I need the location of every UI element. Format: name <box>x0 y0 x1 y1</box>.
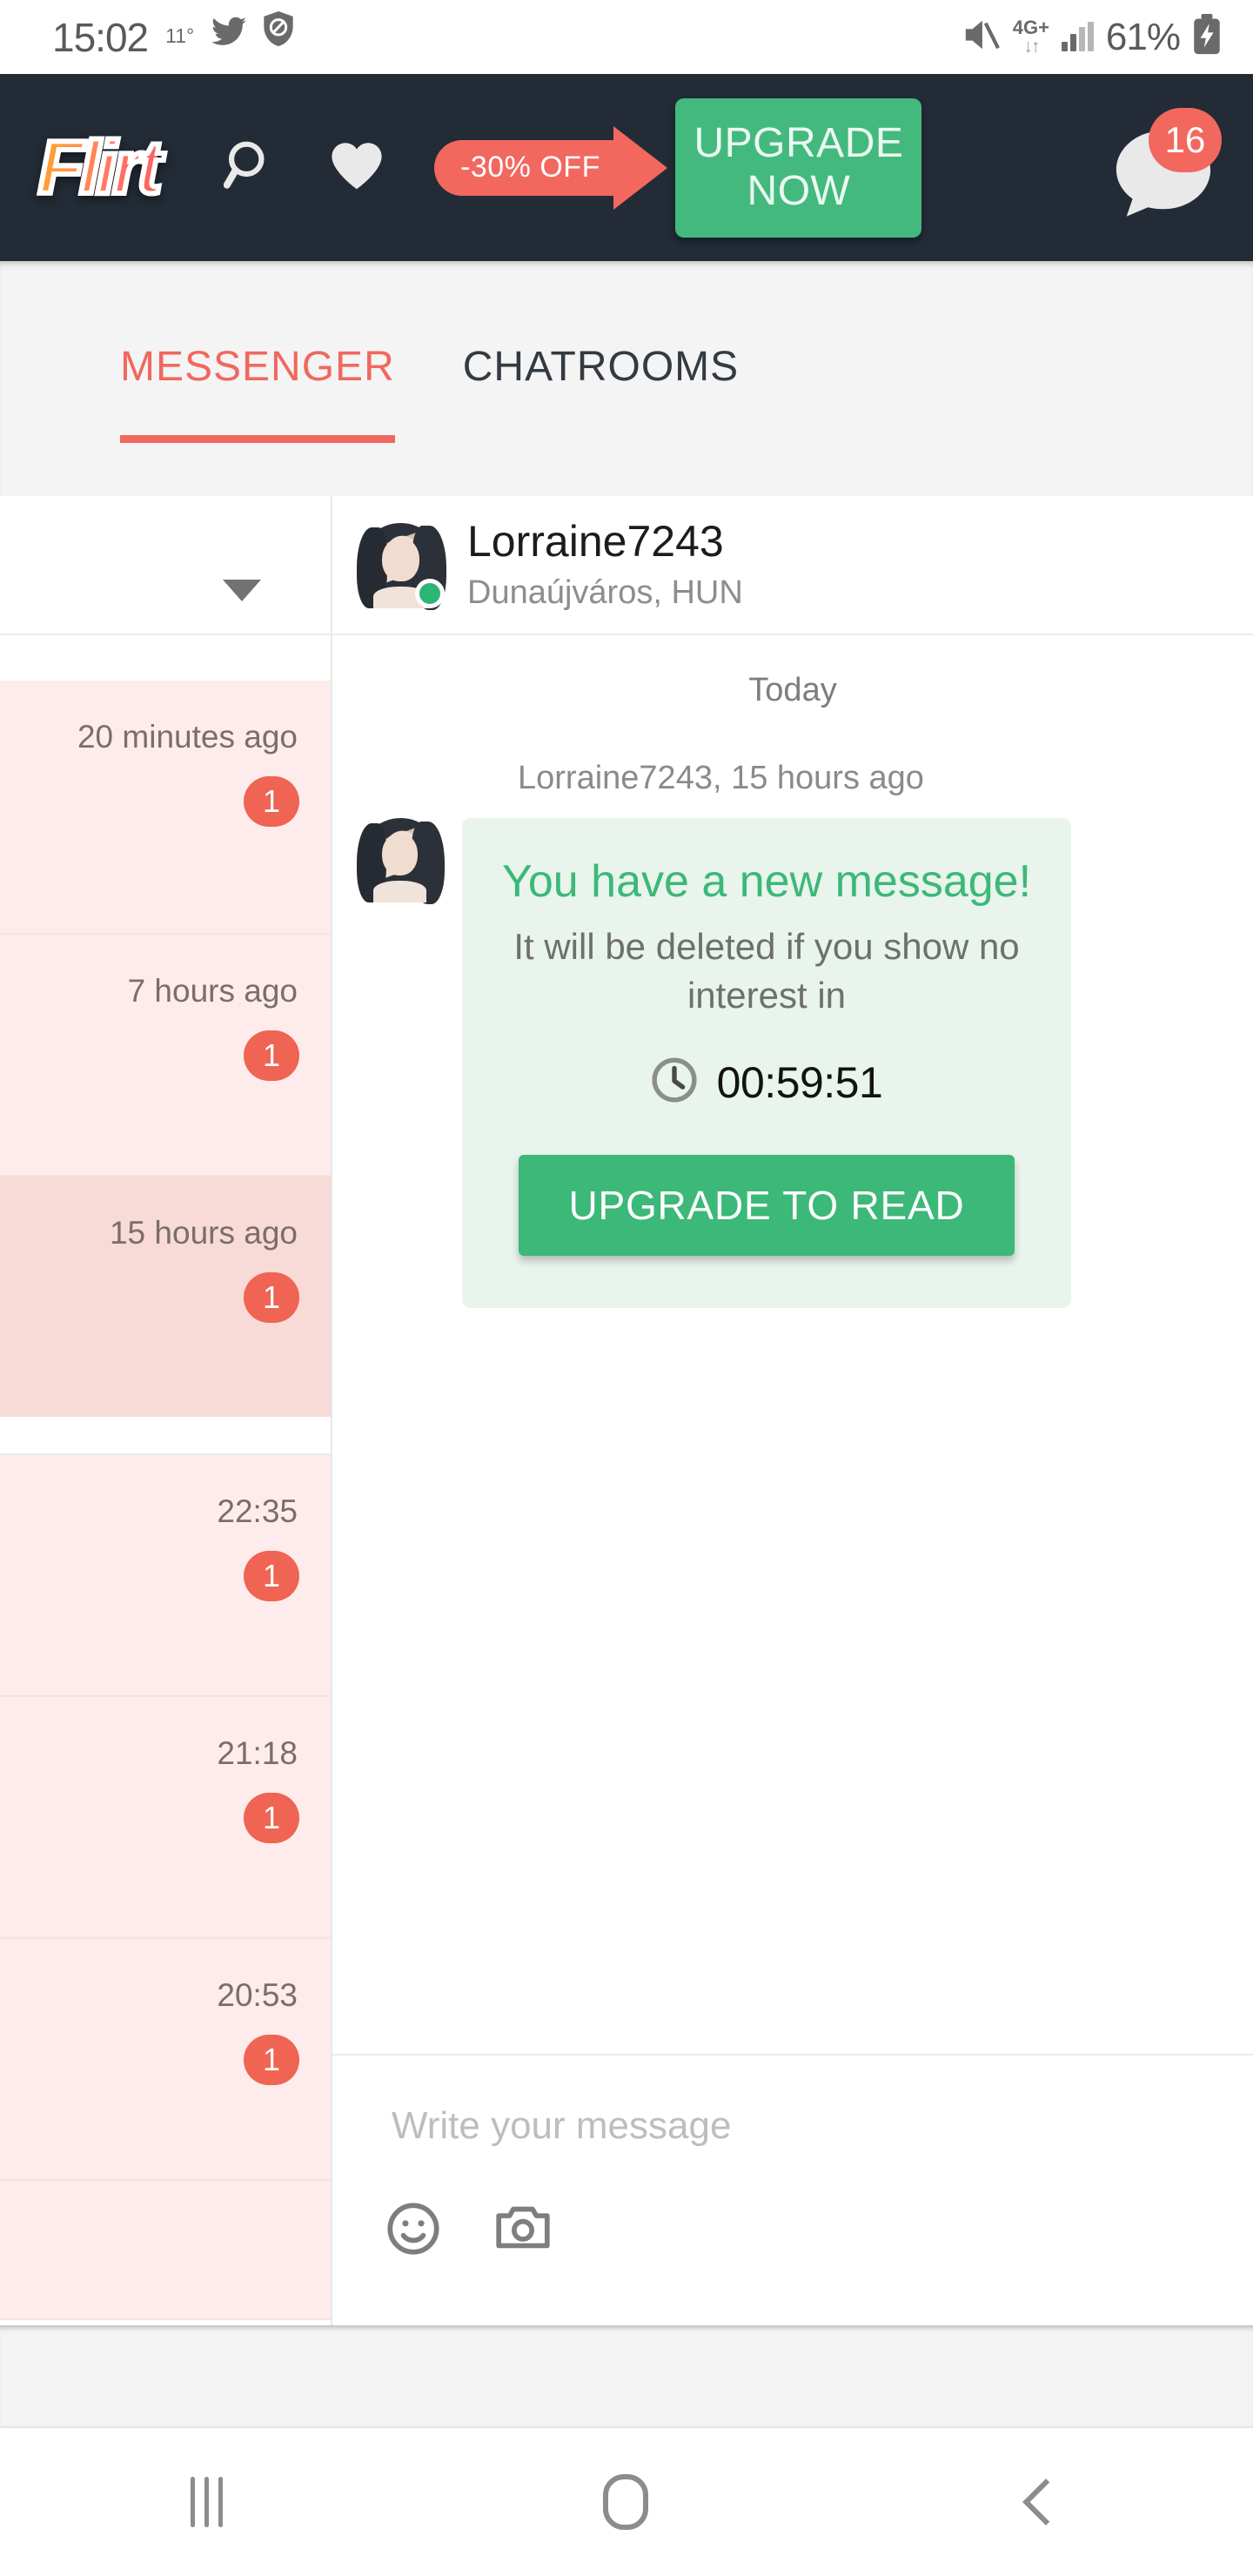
status-clock: 15:02 <box>52 14 149 60</box>
status-bar-left: 15:02 11° <box>0 10 293 61</box>
messages-badge: 16 <box>1149 107 1222 172</box>
list-item[interactable]: 22:35 1 <box>0 1455 331 1697</box>
day-separator: Today <box>748 672 837 708</box>
chat-partner-location: Dunaújváros, HUN <box>467 574 743 611</box>
locked-message-bubble: You have a new message! It will be delet… <box>462 818 1071 1309</box>
countdown-row: 00:59:51 <box>497 1057 1036 1108</box>
list-item[interactable]: 7 hours ago 1 <box>0 935 331 1177</box>
list-item-time: 21:18 <box>217 1735 298 1771</box>
list-item-time: 15 hours ago <box>109 1215 298 1251</box>
list-item[interactable]: 20:53 1 <box>0 1939 331 2181</box>
unread-badge: 1 <box>244 2035 299 2085</box>
unread-badge: 1 <box>244 1030 299 1081</box>
battery-percent: 61% <box>1105 15 1181 58</box>
list-item[interactable]: 20 minutes ago 1 <box>0 681 331 935</box>
app-logo: Flirt <box>36 125 164 210</box>
unread-badge: 1 <box>244 776 299 827</box>
chevron-down-icon[interactable] <box>223 580 261 607</box>
mute-icon <box>961 17 1001 57</box>
message-meta: Lorraine7243, 15 hours ago <box>518 760 924 796</box>
list-item-time: 20:53 <box>217 1977 298 2013</box>
network-type-indicator: 4G+ ↓↑ <box>1012 17 1049 57</box>
avatar[interactable] <box>357 522 446 611</box>
app-header: Flirt -30% OFF UPGRADE NOW 16 <box>0 74 1253 261</box>
message-row: You have a new message! It will be delet… <box>332 818 1253 1309</box>
status-temperature: 11° <box>165 23 195 47</box>
message-avatar <box>357 818 445 904</box>
status-bar-right: 4G+ ↓↑ 61% <box>961 14 1253 60</box>
list-item-time: 7 hours ago <box>127 973 298 1009</box>
tab-chatrooms-label: CHATROOMS <box>462 344 740 390</box>
unread-badge: 1 <box>244 1272 299 1323</box>
bottom-gray-band <box>0 2325 1253 2428</box>
discount-promo-banner[interactable]: -30% OFF <box>434 125 682 210</box>
signal-strength-icon <box>1061 21 1094 51</box>
message-composer: Write your message <box>332 2054 1253 2325</box>
online-status-indicator <box>415 578 445 608</box>
countdown-value: 00:59:51 <box>716 1057 883 1107</box>
camera-icon[interactable] <box>494 2202 552 2260</box>
upgrade-now-label: UPGRADE NOW <box>694 119 904 214</box>
list-item-time: 22:35 <box>217 1493 298 1529</box>
tab-chatrooms[interactable]: CHATROOMS <box>463 343 739 391</box>
list-item-selected[interactable]: 15 hours ago 1 <box>0 1177 331 1417</box>
chat-header[interactable]: Lorraine7243 Dunaújváros, HUN <box>332 496 1253 635</box>
list-item[interactable] <box>0 2181 331 2320</box>
chat-partner-name: Lorraine7243 <box>467 517 724 566</box>
bubble-subtitle: It will be deleted if you show no intere… <box>513 925 1020 1016</box>
bubble-title: You have a new message! <box>501 856 1032 907</box>
list-item[interactable]: 21:18 1 <box>0 1697 331 1939</box>
battery-charging-icon <box>1192 14 1222 60</box>
system-nav-bar <box>0 2428 1253 2576</box>
tab-messenger[interactable]: MESSENGER <box>120 343 395 443</box>
recents-icon[interactable] <box>190 2477 223 2527</box>
search-icon[interactable] <box>224 138 278 197</box>
promo-arrow-tip <box>613 125 668 210</box>
tab-bar: MESSENGER CHATROOMS <box>0 261 1253 496</box>
discount-label: -30% OFF <box>460 151 600 184</box>
tab-active-indicator <box>120 435 395 443</box>
upgrade-to-read-button[interactable]: UPGRADE TO READ <box>519 1155 1015 1257</box>
message-input[interactable]: Write your message <box>392 2104 731 2148</box>
unread-badge: 1 <box>244 1793 299 1843</box>
chat-panel: Lorraine7243 Dunaújváros, HUN Today Lorr… <box>332 496 1253 2325</box>
home-icon[interactable] <box>603 2474 649 2530</box>
upgrade-now-button[interactable]: UPGRADE NOW <box>675 97 922 238</box>
conversation-list[interactable]: 20 minutes ago 1 7 hours ago 1 15 hours … <box>0 496 331 2325</box>
twitter-icon <box>211 17 247 50</box>
conversation-list-header <box>0 496 331 635</box>
list-separator <box>0 1417 331 1455</box>
tab-messenger-label: MESSENGER <box>120 344 395 390</box>
do-not-disturb-shield-icon <box>264 10 293 50</box>
back-chevron-icon[interactable] <box>1022 2479 1070 2526</box>
conversation-list-spacer <box>0 635 331 681</box>
heart-icon[interactable] <box>328 139 385 196</box>
status-bar: 15:02 11° 4G+ ↓↑ 61% <box>0 0 1253 74</box>
list-item-time: 20 minutes ago <box>77 719 298 755</box>
unread-badge: 1 <box>244 1551 299 1601</box>
main-content: 20 minutes ago 1 7 hours ago 1 15 hours … <box>0 496 1253 2325</box>
clock-icon <box>651 1057 698 1108</box>
upgrade-to-read-label: UPGRADE TO READ <box>568 1183 965 1229</box>
messages-button[interactable]: 16 <box>1109 107 1222 223</box>
smiley-icon[interactable] <box>386 2202 440 2260</box>
